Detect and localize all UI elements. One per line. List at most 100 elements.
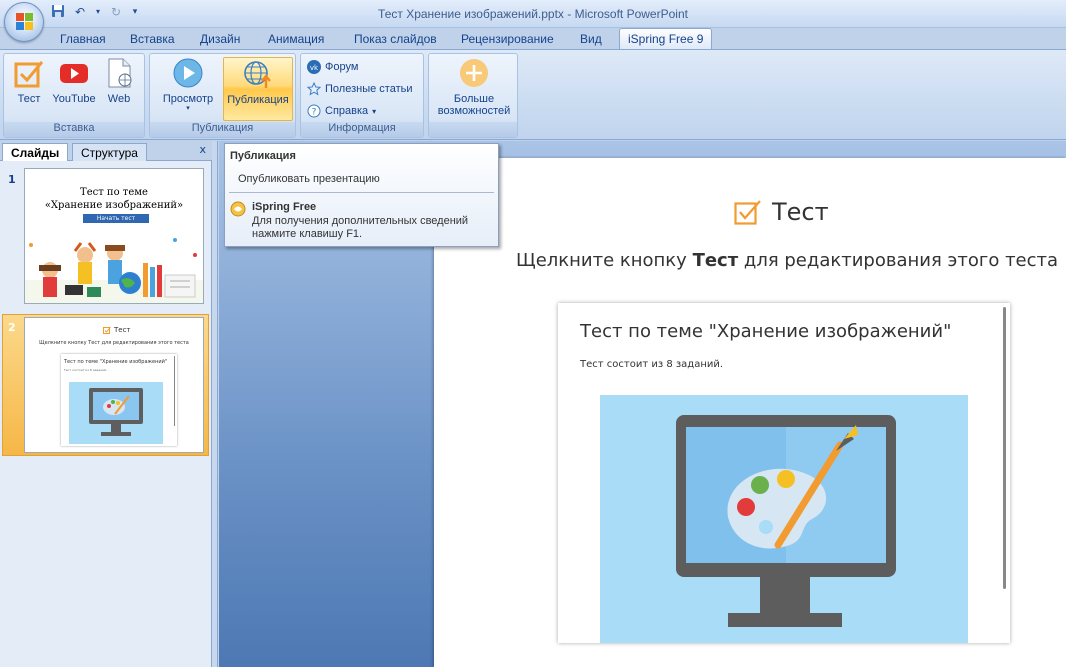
tab-animation[interactable]: Анимация [268, 32, 324, 46]
svg-text:vk: vk [310, 64, 319, 72]
office-button[interactable] [4, 2, 44, 42]
quiz-title: Тест по теме "Хранение изображений" [580, 321, 952, 342]
web-button[interactable]: Web [102, 57, 136, 105]
undo-dropdown-icon[interactable]: ▾ [94, 4, 102, 20]
redo-icon[interactable]: ↻ [108, 4, 124, 20]
slide-title-text: Тест [772, 198, 829, 226]
quiz-button[interactable]: Тест [10, 57, 48, 105]
publish-button[interactable]: Публикация [223, 57, 293, 121]
group-publish: Просмотр ▾ Публикация Публикация [149, 53, 296, 138]
preview-button[interactable]: Просмотр ▾ [158, 57, 218, 113]
quiz-check-icon [734, 200, 761, 225]
quiz-description: Тест состоит из 8 заданий. [580, 359, 724, 370]
group-publish-label: Публикация [150, 122, 295, 137]
articles-label: Полезные статьи [325, 83, 413, 95]
star-icon [307, 82, 321, 96]
quiz-check-icon [103, 326, 111, 334]
publish-button-label: Публикация [227, 94, 289, 106]
group-info-label: Информация [301, 122, 423, 137]
save-icon[interactable] [50, 4, 66, 20]
tab-slides[interactable]: Слайды [2, 143, 69, 161]
ribbon-tabs: Главная Вставка Дизайн Анимация Показ сл… [0, 28, 1066, 50]
subtitle-post: для редактирования этого теста [738, 250, 1059, 271]
thumb2-scrollbar [174, 356, 175, 426]
slide-thumbnail-2[interactable]: Тест Щелкните кнопку Тест для редактиров… [24, 317, 204, 453]
thumb2-card-title: Тест по теме "Хранение изображений" [64, 359, 168, 365]
ribbon: Тест YouTube Web Вставка Просмотр ▾ Публ… [0, 49, 1066, 140]
articles-link[interactable]: Полезные статьи [307, 82, 412, 96]
youtube-button[interactable]: YouTube [50, 57, 98, 105]
tab-design[interactable]: Дизайн [200, 32, 240, 46]
tooltip-footer-description: Для получения дополнительных сведений на… [252, 215, 469, 240]
customize-qat-icon[interactable]: ▾ [130, 4, 140, 20]
more-features-button[interactable]: Больше возможностей [431, 57, 517, 117]
vk-icon: vk [307, 60, 321, 74]
pane-splitter[interactable] [212, 141, 218, 667]
slide-thumbnail-1[interactable]: Тест по теме «Хранение изображений» Нача… [24, 168, 204, 304]
tab-outline[interactable]: Структура [72, 143, 147, 161]
tab-slideshow[interactable]: Показ слайдов [354, 32, 437, 46]
tooltip-divider [229, 192, 494, 193]
tab-view[interactable]: Вид [580, 32, 602, 46]
subtitle-pre: Щелкните кнопку [516, 250, 693, 271]
window-title: Тест Хранение изображений.pptx - Microso… [378, 7, 688, 21]
tab-review[interactable]: Рецензирование [461, 32, 554, 46]
publish-tooltip: Публикация Опубликовать презентацию iSpr… [224, 143, 499, 247]
thumb1-start-button: Начать тест [83, 214, 149, 223]
office-logo-icon [16, 13, 34, 31]
play-icon [173, 58, 203, 88]
pane-close-icon[interactable]: x [199, 143, 206, 156]
group-insert-label: Вставка [4, 122, 144, 137]
school-kids-illustration [25, 238, 203, 303]
preview-button-label: Просмотр [162, 93, 214, 105]
subtitle-bold: Тест [692, 250, 739, 271]
tooltip-title: Публикация [230, 150, 296, 162]
help-dropdown-icon: ▾ [372, 106, 377, 116]
thumb2-card-desc: Тест состоит из 8 заданий. [64, 368, 107, 372]
pane-tabs: Слайды Структура x [0, 141, 212, 161]
slide-number: 1 [8, 173, 16, 186]
slide-canvas[interactable]: Тест Щелкните кнопку Тест для редактиров… [434, 158, 1066, 667]
thumb1-title-2: «Хранение изображений» [44, 200, 184, 211]
web-button-label: Web [107, 93, 131, 105]
quiz-check-icon [14, 61, 44, 88]
preview-dropdown-icon: ▾ [186, 105, 190, 112]
svg-text:?: ? [312, 108, 317, 118]
group-more: Больше возможностей [428, 53, 518, 138]
globe-upload-icon [244, 61, 271, 88]
undo-icon[interactable]: ↶ [72, 4, 88, 20]
quiz-scrollbar [1003, 307, 1006, 589]
tooltip-description: Опубликовать презентацию [238, 173, 380, 185]
thumb2-card: Тест по теме "Хранение изображений" Тест… [61, 354, 177, 446]
thumb2-subtitle: Щелкните кнопку Тест для редактирования … [39, 340, 189, 346]
tab-ispring[interactable]: iSpring Free 9 [619, 28, 713, 50]
thumb2-title: Тест [103, 326, 131, 334]
thumb1-title-1: Тест по теме [80, 187, 148, 198]
tooltip-footer-title: iSpring Free [252, 201, 317, 213]
slides-pane: Слайды Структура x 1 Тест по теме «Хране… [0, 141, 212, 667]
tab-insert[interactable]: Вставка [130, 32, 175, 46]
more-label-1: Больше [453, 93, 495, 105]
forum-link[interactable]: vk Форум [307, 60, 358, 74]
monitor-palette-icon [676, 415, 896, 627]
youtube-button-label: YouTube [52, 93, 96, 105]
quick-access-toolbar: ↶ ▾ ↻ ▾ [50, 4, 140, 20]
slide-subtitle: Щелкните кнопку Тест для редактирования … [516, 250, 1058, 271]
plus-circle-icon [460, 59, 488, 87]
quiz-button-label: Тест [17, 93, 41, 105]
group-more-label [429, 122, 517, 137]
group-info: vk Форум Полезные статьи ? Справка ▾ Инф… [300, 53, 424, 138]
slide-title: Тест [734, 198, 829, 226]
group-insert: Тест YouTube Web Вставка [3, 53, 145, 138]
thumb2-title-text: Тест [114, 326, 131, 334]
slide-number: 2 [8, 321, 16, 334]
more-label-2: возможностей [437, 105, 511, 117]
web-page-icon [108, 58, 132, 88]
title-bar: Тест Хранение изображений.pptx - Microso… [0, 0, 1066, 28]
quiz-image [600, 395, 968, 643]
youtube-icon [60, 64, 88, 83]
tab-home[interactable]: Главная [60, 32, 106, 46]
ispring-icon [230, 201, 246, 217]
quiz-preview-card: Тест по теме "Хранение изображений" Тест… [558, 303, 1010, 643]
help-button[interactable]: ? Справка ▾ [307, 104, 376, 118]
